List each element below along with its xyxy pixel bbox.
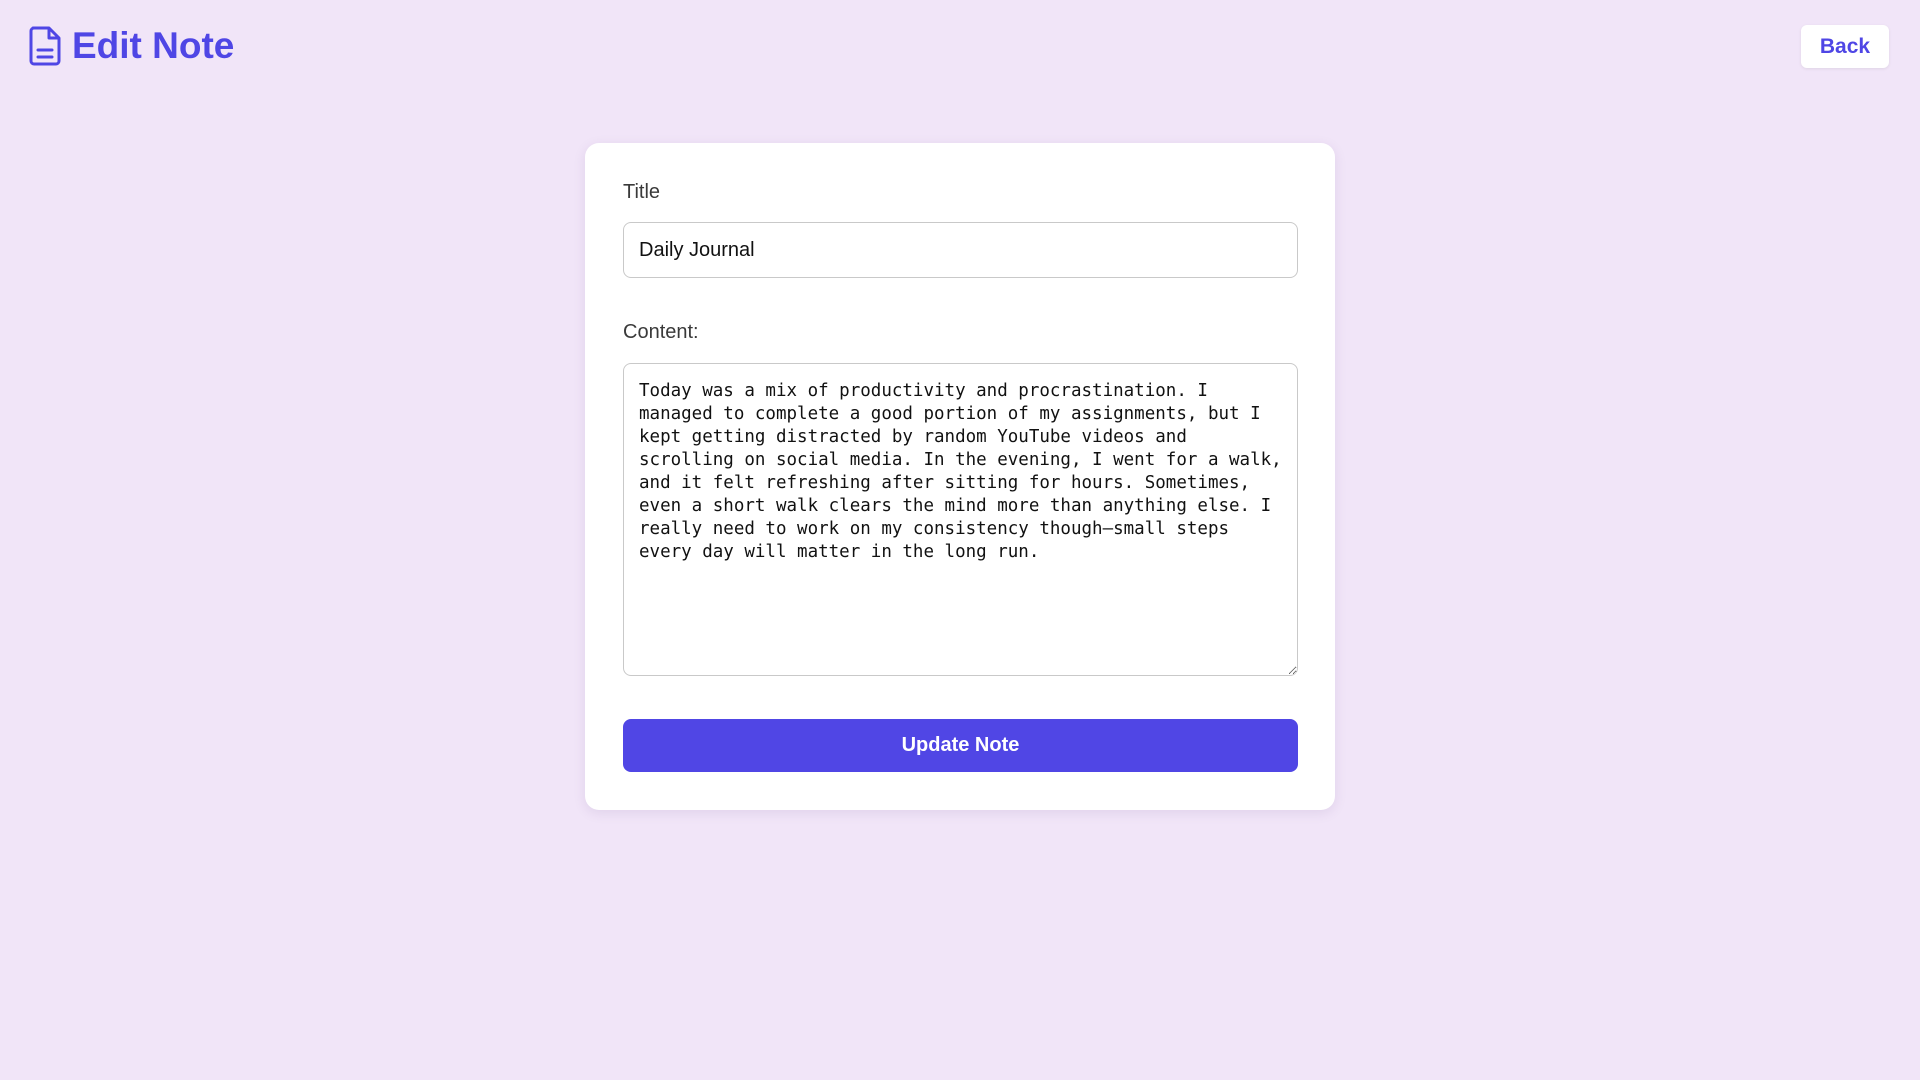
- content-textarea[interactable]: Today was a mix of productivity and proc…: [623, 363, 1298, 676]
- page-header: Edit Note Back: [0, 0, 1920, 92]
- update-note-button[interactable]: Update Note: [623, 719, 1298, 772]
- brand: Edit Note: [28, 26, 234, 66]
- content-label: Content:: [623, 321, 699, 343]
- page-title: Edit Note: [72, 25, 235, 66]
- edit-note-card: Title Content: Today was a mix of produc…: [585, 143, 1335, 810]
- document-icon: [29, 26, 61, 66]
- back-button[interactable]: Back: [1801, 25, 1889, 68]
- title-label: Title: [623, 181, 661, 203]
- title-input[interactable]: [623, 222, 1298, 278]
